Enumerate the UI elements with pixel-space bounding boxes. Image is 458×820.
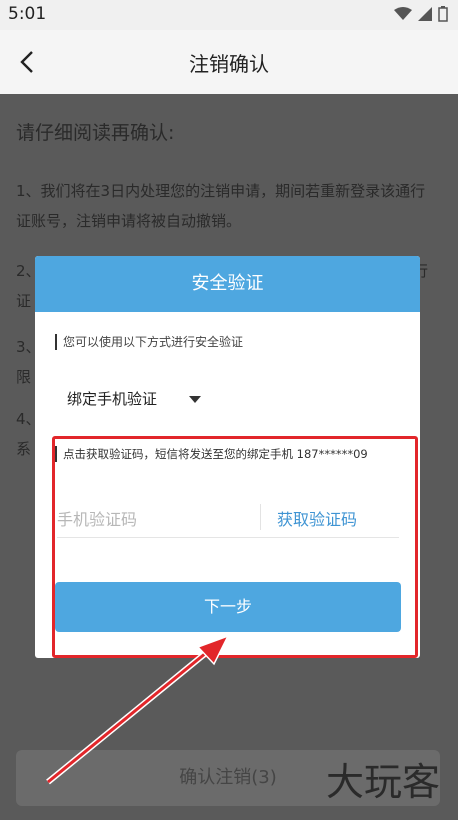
annotation-arrow-icon	[46, 634, 230, 785]
